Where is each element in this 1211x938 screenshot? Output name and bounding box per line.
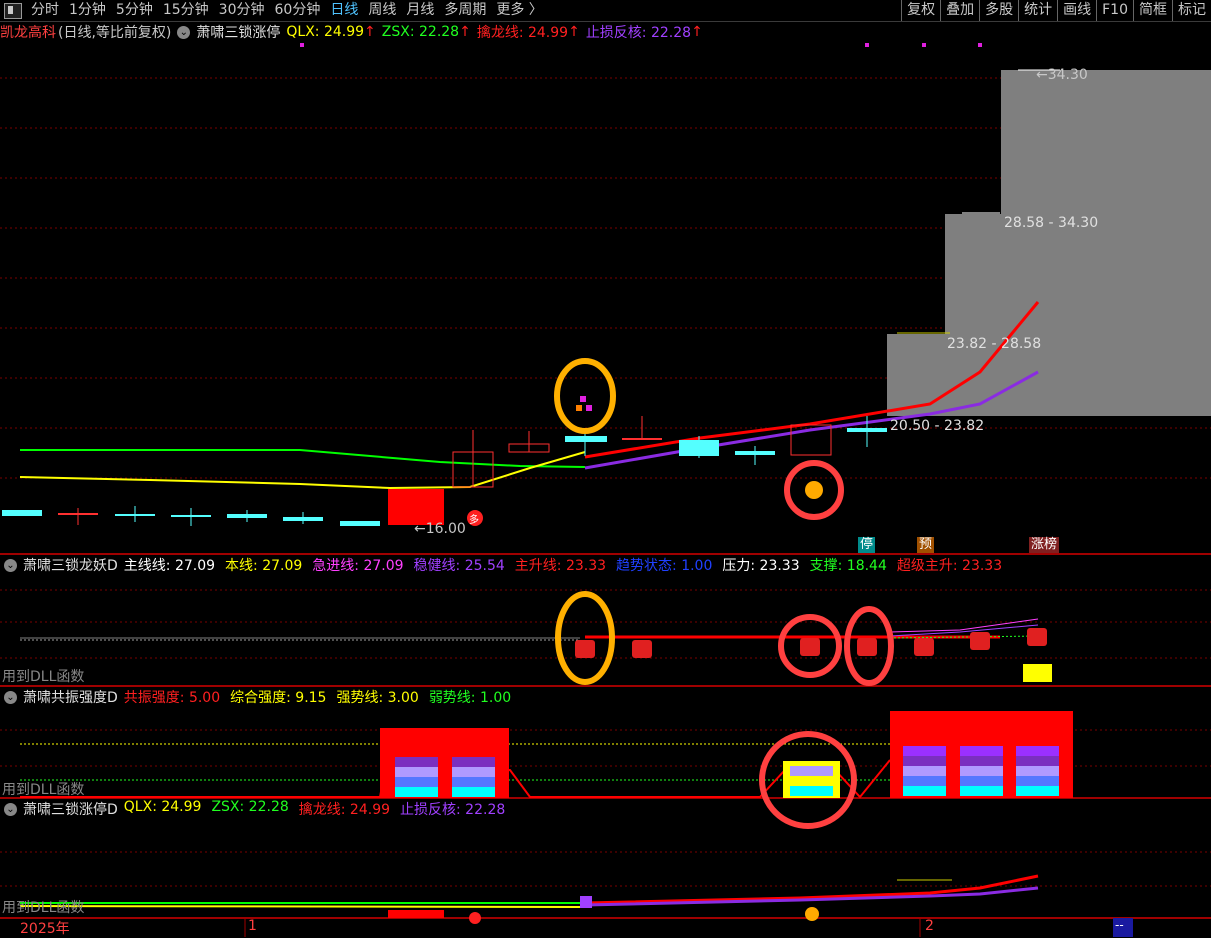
panel4-header: ⌄ 萧啸三锁涨停D QLX: 24.99 ZSX: 22.28 擒龙线: 24.99… xyxy=(0,799,521,819)
zone-label-top: 28.58 - 34.30 xyxy=(1004,215,1099,231)
axis-year: 2025年 xyxy=(20,921,70,937)
indicator-value: 急进线: 27.09 xyxy=(312,558,404,574)
indicator-value: 综合强度: 9.15 xyxy=(230,690,327,706)
panel3-name[interactable]: 萧啸共振强度D xyxy=(23,687,118,707)
indicator-value: 强势线: 3.00 xyxy=(336,690,419,706)
panel3-header: ⌄ 萧啸共振强度D 共振强度: 5.00 综合强度: 9.15 强势线: 3.00 弱… xyxy=(0,687,527,707)
indicator-value: 支撑: 18.44 xyxy=(809,558,887,574)
indicator-value: 压力: 23.33 xyxy=(722,558,800,574)
indicator-value: 趋势状态: 1.00 xyxy=(616,558,713,574)
indicator-value: QLX: 24.99 xyxy=(123,799,202,815)
indicator-value: 稳健线: 25.54 xyxy=(413,558,505,574)
chevron-down-icon[interactable]: ⌄ xyxy=(4,558,17,572)
indicator-value: 主升线: 23.33 xyxy=(514,558,607,574)
dragon-icons xyxy=(575,628,1047,658)
axis-end[interactable]: -- xyxy=(1115,918,1124,932)
price-zones xyxy=(887,69,1211,416)
dll-note: 用到DLL函数 xyxy=(2,900,85,916)
yellow-line xyxy=(19,451,586,490)
axis-month-2: 2 xyxy=(925,918,934,934)
green-line xyxy=(20,449,586,468)
chart-canvas[interactable] xyxy=(0,0,1211,937)
indicator-value: ZSX: 22.28 xyxy=(211,799,289,815)
marker-dots xyxy=(300,43,982,47)
limit-up-tag[interactable]: 停 xyxy=(858,537,876,553)
panel2-name[interactable]: 萧啸三锁龙妖D xyxy=(23,555,118,575)
panel4-name[interactable]: 萧啸三锁涨停D xyxy=(23,799,118,819)
panel2-header: ⌄ 萧啸三锁龙妖D 主线线: 27.09 本线: 27.09 急进线: 27.09 稳… xyxy=(0,555,1018,575)
dll-note: 用到DLL函数 xyxy=(2,782,85,798)
low-price-label: ←16.00 xyxy=(414,521,466,537)
indicator-value: 超级主升: 23.33 xyxy=(896,558,1003,574)
duo-label: 多 xyxy=(469,515,479,526)
indicator-value: 擒龙线: 24.99 xyxy=(298,802,391,818)
indicator-value: 共振强度: 5.00 xyxy=(123,690,221,706)
zone-label-low: 20.50 - 23.82 xyxy=(890,418,985,434)
chevron-down-icon[interactable]: ⌄ xyxy=(4,802,17,816)
indicator-value: 主线线: 27.09 xyxy=(123,558,216,574)
indicator-value: 本线: 27.09 xyxy=(225,558,303,574)
rank-tag[interactable]: 涨榜 xyxy=(1029,537,1060,553)
dll-note: 用到DLL函数 xyxy=(2,669,85,685)
indicator-value: 弱势线: 1.00 xyxy=(428,690,512,706)
buy-signal-icon xyxy=(805,481,823,499)
chevron-down-icon[interactable]: ⌄ xyxy=(4,690,17,704)
zone-label-mid: 23.82 - 28.58 xyxy=(947,336,1042,352)
high-price-label: ←34.30 xyxy=(1036,67,1088,83)
forecast-tag[interactable]: 预 xyxy=(917,537,935,553)
indicator-value: 止损反核: 22.28 xyxy=(400,802,506,818)
axis-month-1: 1 xyxy=(248,918,257,934)
